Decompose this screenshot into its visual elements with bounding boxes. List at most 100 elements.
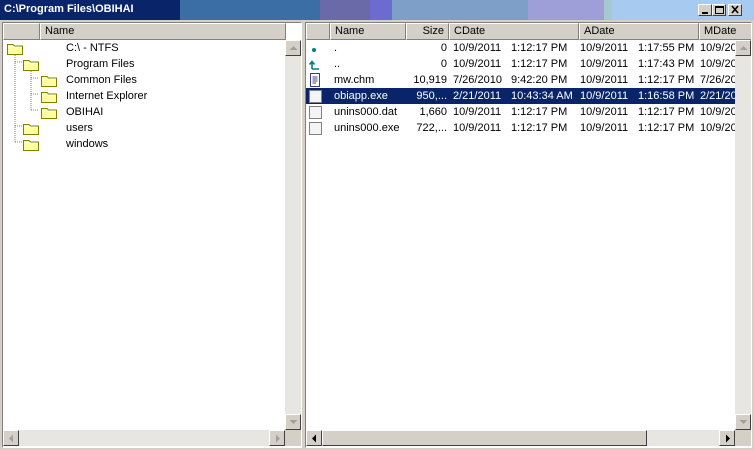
file-icon: [309, 90, 322, 103]
file-horizontal-scrollbar[interactable]: [306, 430, 735, 446]
tree-item-label: users: [66, 122, 93, 134]
arrow-down-icon: [289, 420, 298, 424]
tree-scroll-left-button[interactable]: [3, 430, 19, 446]
file-size: 0: [440, 42, 447, 54]
minimize-button[interactable]: [698, 4, 712, 16]
window-title: C:\Program Files\OBIHAI: [4, 3, 134, 15]
file-scroll-down-button[interactable]: [735, 414, 751, 430]
current-dir-icon: [312, 48, 316, 52]
tree-header-spacer: [3, 23, 40, 40]
file-name: mw.chm: [334, 74, 375, 86]
arrow-left-icon: [312, 434, 316, 443]
file-scroll-right-button[interactable]: [719, 430, 735, 446]
file-mdate: 10/9/20: [700, 106, 735, 118]
tree-item[interactable]: OBIHAI: [3, 104, 285, 120]
file-adate: 10/9/2011: [580, 74, 629, 86]
column-header-mdate[interactable]: MDate: [699, 23, 751, 40]
file-adate: 10/9/2011: [580, 106, 629, 118]
tree-scroll-down-button[interactable]: [285, 414, 301, 430]
arrow-right-icon: [726, 434, 730, 443]
tree-item[interactable]: windows: [3, 136, 285, 152]
folder-tree-pane[interactable]: Name C:\ - NTFS Program Files Common Files…: [2, 22, 302, 448]
arrow-right-icon: [276, 434, 280, 443]
tree-item[interactable]: Program Files: [3, 56, 285, 72]
file-atime: 1:12:17 PM: [638, 106, 695, 118]
folder-icon: [41, 76, 57, 87]
tree-item[interactable]: Internet Explorer: [3, 88, 285, 104]
file-ctime: 1:12:17 PM: [511, 42, 568, 54]
file-scroll-left-button[interactable]: [306, 430, 322, 446]
tree-item[interactable]: C:\ - NTFS: [3, 40, 285, 56]
tree-column-header-name[interactable]: Name: [40, 23, 286, 40]
file-name: .: [334, 42, 338, 54]
tree-item[interactable]: Common Files: [3, 72, 285, 88]
file-ctime: 1:12:17 PM: [511, 122, 568, 134]
tree-item-label: Program Files: [66, 58, 135, 70]
tree-scroll-right-button[interactable]: [269, 430, 285, 446]
tree-item-label: Common Files: [66, 74, 137, 86]
tree-item[interactable]: users: [3, 120, 285, 136]
folder-icon: [41, 108, 57, 119]
file-header-icon-column: [306, 23, 330, 40]
file-atime: 1:12:17 PM: [638, 122, 695, 134]
file-row[interactable]: unins000.exe 722,... 10/9/2011 1:12:17 PM 10…: [306, 120, 735, 136]
file-size: 722,...: [416, 122, 447, 134]
close-button[interactable]: [728, 4, 742, 16]
column-header-name[interactable]: Name: [330, 23, 406, 40]
close-icon: [731, 5, 739, 14]
file-list-pane[interactable]: Name Size CDate ADate MDate . 0 10/9/2011 1…: [305, 22, 752, 448]
file-vertical-scrollbar[interactable]: [735, 40, 751, 430]
maximize-icon: [715, 6, 724, 14]
folder-icon: [7, 44, 23, 55]
parent-dir-icon: [308, 60, 319, 70]
file-atime: 1:12:17 PM: [638, 74, 695, 86]
file-row[interactable]: . 0 10/9/2011 1:12:17 PM 10/9/2011 1:17:55 PM…: [306, 40, 735, 56]
tree-scroll-up-button[interactable]: [285, 40, 301, 56]
arrow-up-icon: [739, 46, 748, 50]
file-scroll-up-button[interactable]: [735, 40, 751, 56]
folder-icon: [23, 60, 39, 71]
file-icon: [309, 122, 322, 135]
tree-horizontal-scrollbar[interactable]: [3, 430, 285, 446]
tree-item-label: windows: [66, 138, 109, 150]
file-cdate: 10/9/2011: [453, 122, 502, 134]
file-ctime: 9:42:20 PM: [511, 74, 568, 86]
arrow-down-icon: [739, 420, 748, 424]
minimize-icon: [702, 12, 708, 14]
arrow-up-icon: [289, 46, 298, 50]
file-adate: 10/9/2011: [580, 90, 629, 102]
file-icon: [309, 106, 322, 119]
file-row[interactable]: mw.chm 10,919 7/26/2010 9:42:20 PM 10/9/2011…: [306, 72, 735, 88]
file-atime: 1:17:55 PM: [638, 42, 695, 54]
file-size: 950,...: [416, 90, 447, 102]
file-row[interactable]: unins000.dat 1,660 10/9/2011 1:12:17 PM 10/9…: [306, 104, 735, 120]
file-cdate: 2/21/2011: [453, 90, 502, 102]
column-header-size[interactable]: Size: [406, 23, 449, 40]
file-cdate: 10/9/2011: [453, 106, 502, 118]
file-row[interactable]: obiapp.exe 950,... 2/21/2011 10:43:34 AM 10/…: [306, 88, 735, 104]
file-ctime: 1:12:17 PM: [511, 106, 568, 118]
file-adate: 10/9/2011: [580, 122, 629, 134]
file-atime: 1:16:58 PM: [638, 90, 695, 102]
file-scroll-corner: [735, 430, 751, 446]
file-mdate: 2/21/20: [700, 90, 735, 102]
maximize-button[interactable]: [712, 4, 726, 16]
file-mdate: 10/9/20: [700, 42, 735, 54]
file-ctime: 1:12:17 PM: [511, 58, 568, 70]
column-header-adate[interactable]: ADate: [579, 23, 699, 40]
file-mdate: 10/9/20: [700, 58, 735, 70]
column-header-cdate[interactable]: CDate: [449, 23, 579, 40]
file-scroll-thumb[interactable]: [322, 430, 647, 446]
tree-item-label: C:\ - NTFS: [66, 42, 119, 54]
file-cdate: 10/9/2011: [453, 42, 502, 54]
tree-vertical-scrollbar[interactable]: [285, 40, 301, 430]
file-cdate: 7/26/2010: [453, 74, 502, 86]
folder-icon: [23, 140, 39, 151]
title-bar[interactable]: C:\Program Files\OBIHAI: [0, 0, 754, 20]
tree-item-label: Internet Explorer: [66, 90, 148, 102]
file-row[interactable]: .. 0 10/9/2011 1:12:17 PM 10/9/2011 1:17:43 P…: [306, 56, 735, 72]
file-mdate: 10/9/20: [700, 122, 735, 134]
help-file-icon: [310, 73, 320, 87]
file-name: ..: [334, 58, 341, 70]
file-size: 1,660: [419, 106, 447, 118]
